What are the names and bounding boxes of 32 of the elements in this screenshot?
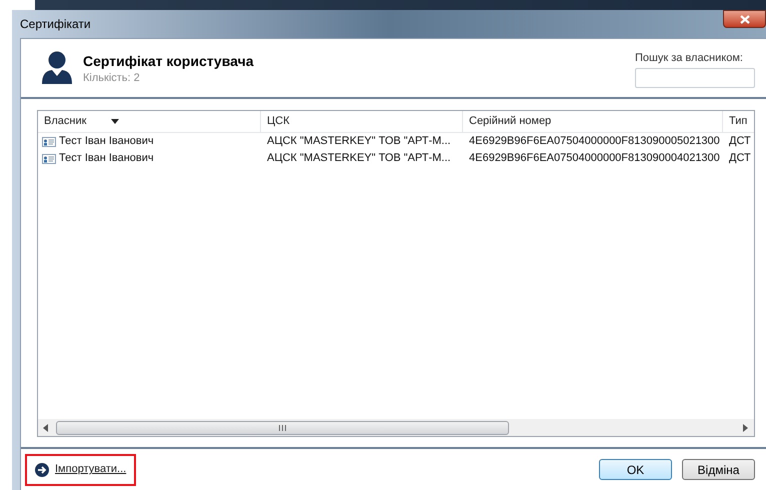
table-cell-text: ДСТ bbox=[729, 151, 751, 166]
column-header[interactable]: ЦСК bbox=[261, 111, 463, 132]
certificate-icon bbox=[42, 136, 56, 146]
header-title: Сертифікат користувача bbox=[83, 52, 254, 70]
column-header[interactable]: Власник bbox=[38, 111, 261, 132]
table-cell-text: Тест Іван Іванович bbox=[59, 134, 154, 150]
scroll-right-icon[interactable] bbox=[742, 424, 748, 432]
search-label: Пошук за власником: bbox=[635, 51, 744, 66]
certificate-icon bbox=[42, 154, 56, 164]
scrollbar-thumb[interactable] bbox=[56, 420, 509, 434]
table-cell-text: АЦСК "MASTERKEY" ТОВ "АРТ-М... bbox=[267, 134, 451, 150]
scroll-left-icon[interactable] bbox=[43, 424, 49, 432]
close-icon bbox=[740, 14, 750, 24]
user-icon bbox=[41, 51, 73, 85]
sort-arrow-icon bbox=[111, 119, 120, 124]
dialog-button[interactable]: Відміна bbox=[682, 459, 755, 480]
table-cell-text: 4E6929B96F6EA07504000000F813090004021300 bbox=[469, 151, 720, 166]
grip-icon bbox=[279, 424, 286, 430]
table-cell-text: 4E6929B96F6EA07504000000F813090005021300 bbox=[469, 134, 720, 150]
table-cell-text: ДСТ bbox=[729, 134, 751, 150]
arrow-right-icon bbox=[35, 462, 49, 476]
close-button[interactable] bbox=[723, 10, 766, 28]
import-link[interactable]: Імпортувати... bbox=[25, 454, 136, 486]
horizontal-scrollbar[interactable] bbox=[38, 419, 754, 436]
table-cell-text: АЦСК "MASTERKEY" ТОВ "АРТ-М... bbox=[267, 151, 451, 166]
search-field[interactable] bbox=[635, 68, 755, 88]
window-title: Сертифікати bbox=[20, 16, 91, 33]
column-header[interactable]: Серійний номер bbox=[463, 111, 723, 132]
column-header[interactable]: Тип bbox=[723, 111, 754, 132]
dialog-button[interactable]: OK bbox=[599, 459, 672, 480]
table-cell-text: Тест Іван Іванович bbox=[59, 151, 154, 166]
certificate-count: Кількість: 2 bbox=[83, 71, 141, 86]
